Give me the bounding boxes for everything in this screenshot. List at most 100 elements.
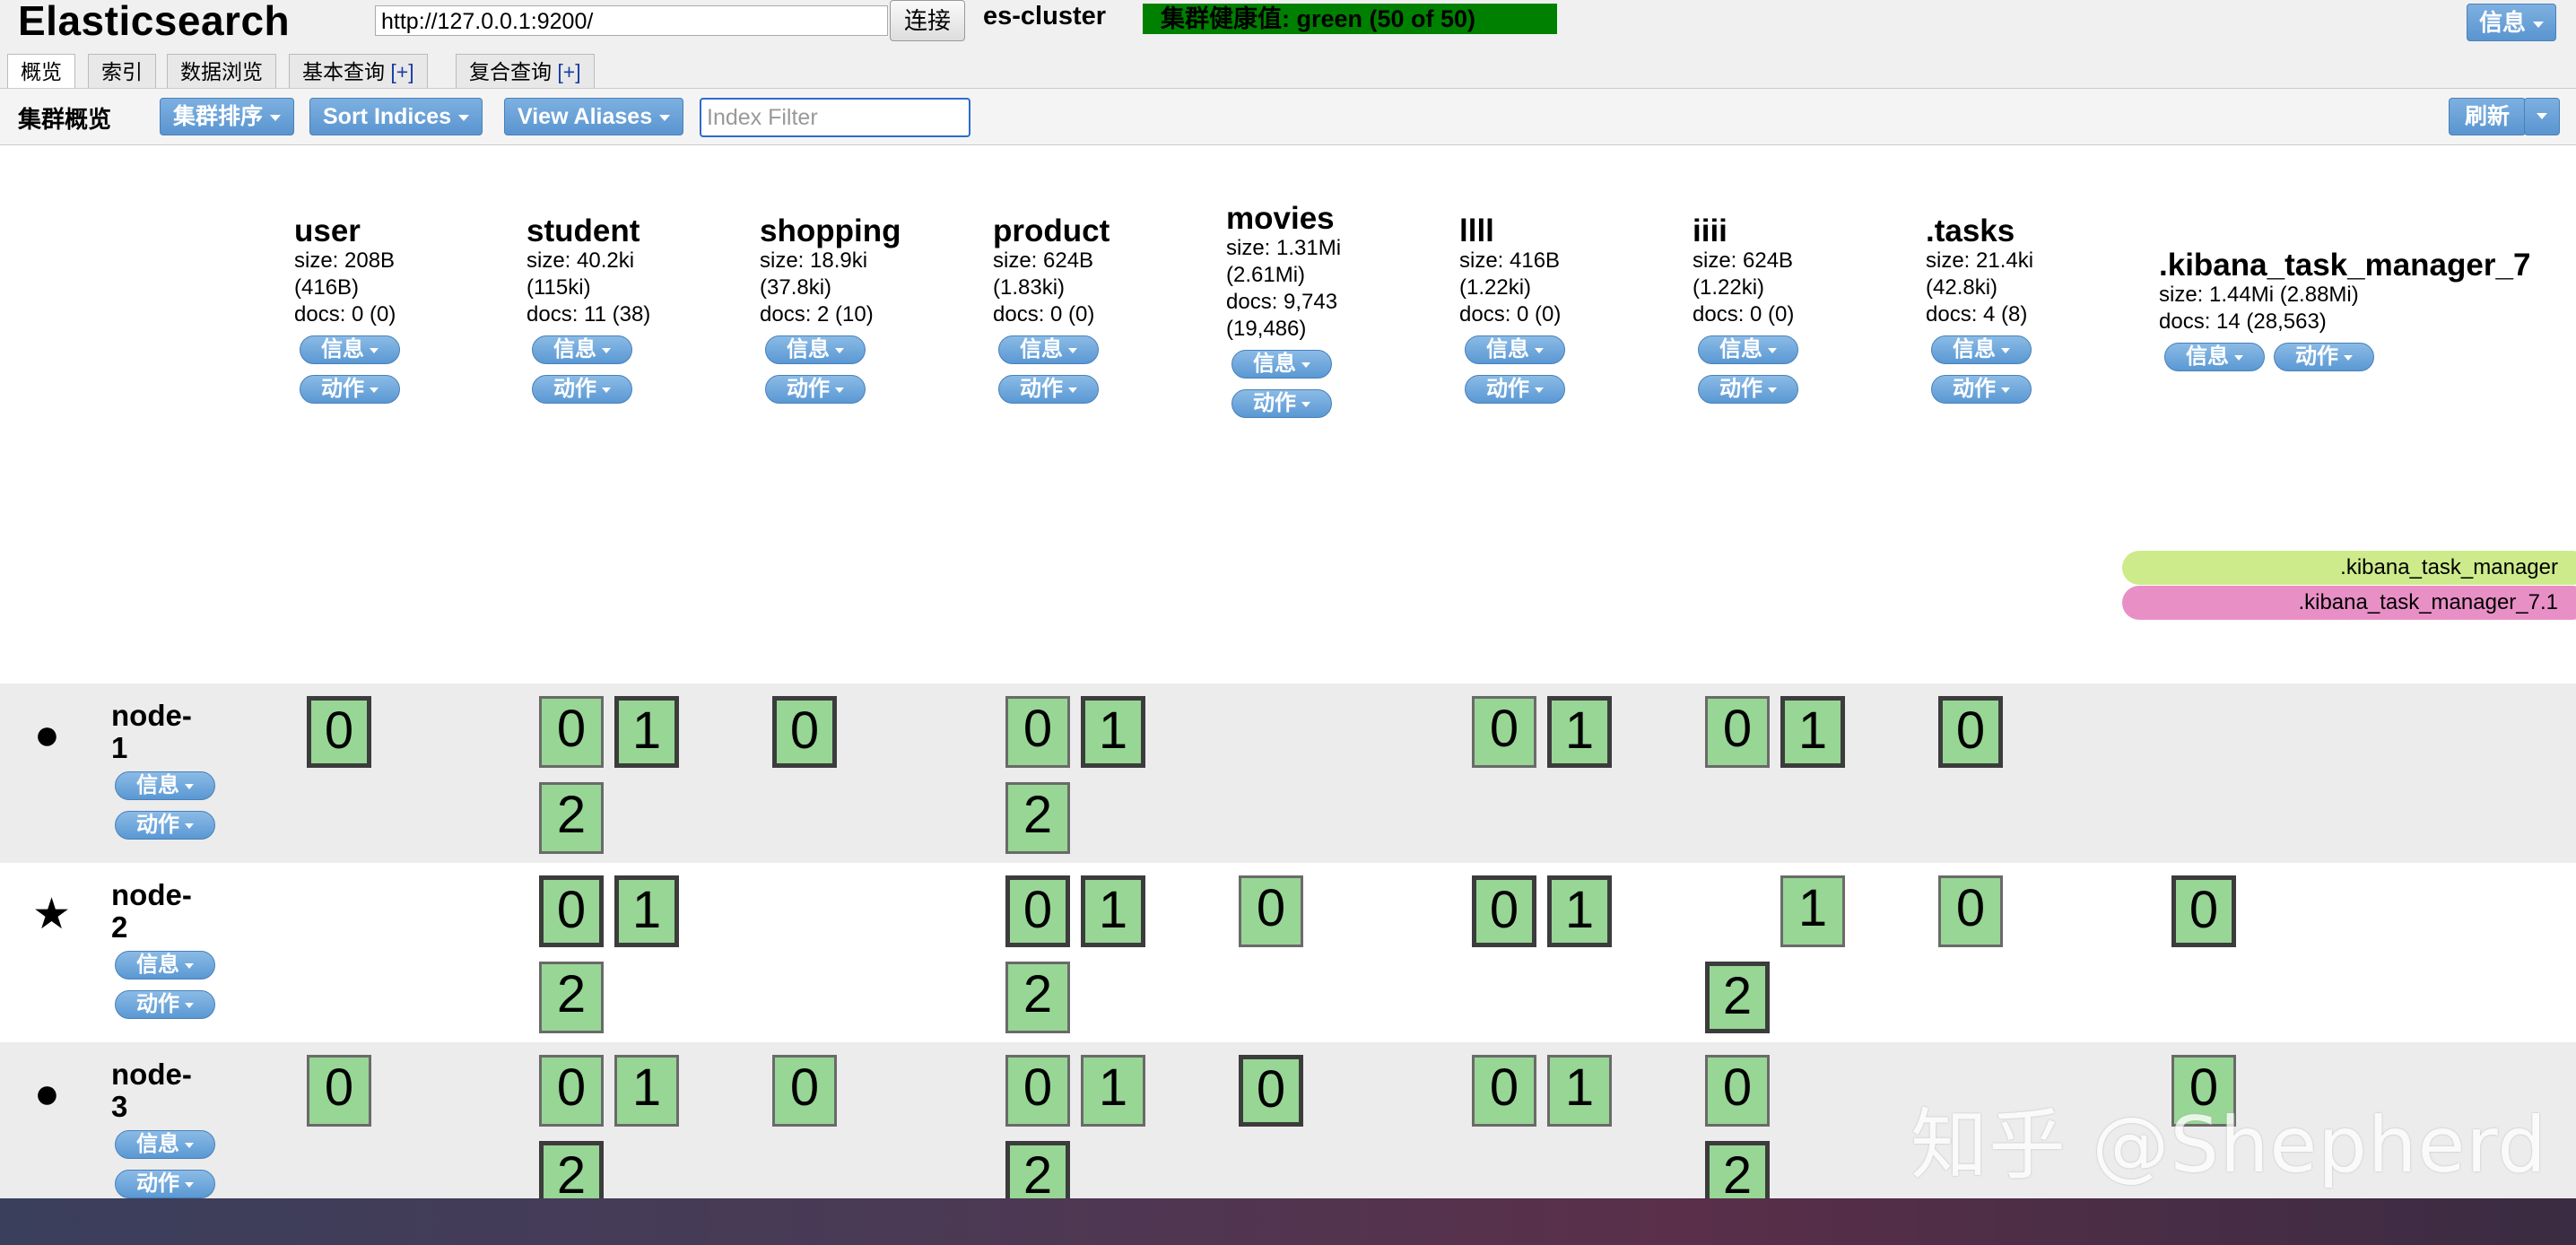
index-name[interactable]: iiii (1693, 215, 1798, 248)
index-name[interactable]: product (993, 215, 1110, 248)
shard-box[interactable]: 1 (1780, 875, 1845, 947)
node-info-button[interactable]: 信息 (115, 1130, 215, 1159)
index-info-button[interactable]: 信息 (300, 335, 400, 364)
cluster-sort-button[interactable]: 集群排序 (160, 98, 295, 135)
shard-box[interactable]: 0 (1938, 696, 2003, 768)
shard-box[interactable]: 1 (1547, 1055, 1612, 1127)
shard-box[interactable]: 2 (1705, 962, 1770, 1033)
index-name[interactable]: .kibana_task_manager_7 (2159, 249, 2530, 282)
refresh-options-button[interactable] (2524, 98, 2560, 135)
connect-button[interactable]: 连接 (890, 0, 965, 41)
shard-box[interactable]: 0 (1705, 1055, 1770, 1127)
shard-box[interactable]: 0 (1472, 696, 1536, 768)
shard-box[interactable]: 0 (1705, 696, 1770, 768)
shard-box[interactable]: 0 (772, 696, 837, 768)
shard-box[interactable]: 0 (1472, 1055, 1536, 1127)
node-info-button[interactable]: 信息 (115, 951, 215, 979)
index-info-button[interactable]: 信息 (532, 335, 632, 364)
index-action-button[interactable]: 动作 (2274, 343, 2374, 371)
shard-box[interactable]: 0 (772, 1055, 837, 1127)
index-action-button[interactable]: 动作 (1698, 375, 1798, 404)
index-action-button[interactable]: 动作 (765, 375, 866, 404)
chevron-down-icon (270, 114, 282, 121)
tab-label: 概览 (21, 60, 62, 83)
sort-indices-button[interactable]: Sort Indices (309, 98, 483, 135)
index-docs: docs: 4 (8) (1926, 302, 2028, 326)
index-name[interactable]: student (527, 215, 650, 248)
node-info-button[interactable]: 信息 (115, 771, 215, 800)
alias-label: .kibana_task_manager (2340, 555, 2558, 579)
shard-box[interactable]: 0 (1239, 875, 1303, 947)
shard-box[interactable]: 1 (1081, 875, 1145, 947)
url-input[interactable]: http://127.0.0.1:9200/ (375, 5, 888, 36)
shard-box[interactable]: 2 (539, 962, 604, 1033)
index-info-button[interactable]: 信息 (765, 335, 866, 364)
index-action-button[interactable]: 动作 (1465, 375, 1565, 404)
index-filter-input[interactable]: Index Filter (700, 98, 970, 137)
index-info-button[interactable]: 信息 (998, 335, 1099, 364)
shard-box[interactable]: 1 (1547, 875, 1612, 947)
node-action-button[interactable]: 动作 (115, 811, 215, 840)
shard-box[interactable]: 1 (614, 1055, 679, 1127)
shard-box[interactable]: 2 (1005, 962, 1070, 1033)
node-name[interactable]: node- 3 (111, 1058, 192, 1123)
index-info-label: 信息 (321, 337, 364, 361)
index-name[interactable]: shopping (760, 215, 901, 248)
tab-browser[interactable]: 数据浏览 (167, 54, 276, 88)
node-action-button[interactable]: 动作 (115, 990, 215, 1019)
shard-box[interactable]: 2 (539, 782, 604, 854)
index-info-button[interactable]: 信息 (2164, 343, 2265, 371)
shard-box[interactable]: 2 (1005, 782, 1070, 854)
shard-box[interactable]: 0 (307, 1055, 371, 1127)
index-name[interactable]: user (294, 215, 400, 248)
index-name[interactable]: .tasks (1926, 215, 2033, 248)
header-info-button[interactable]: 信息 (2467, 4, 2556, 41)
alias-bar[interactable]: .kibana_task_manager (2122, 551, 2576, 585)
index-info-button[interactable]: 信息 (1698, 335, 1798, 364)
shard-box[interactable]: 1 (1547, 696, 1612, 768)
tab-basic-query[interactable]: 基本查询 [+] (289, 54, 428, 88)
node-action-label: 动作 (136, 992, 179, 1016)
index-name[interactable]: movies (1226, 203, 1341, 235)
shard-box[interactable]: 1 (614, 875, 679, 947)
index-docs: docs: 0 (0) (1459, 302, 1562, 326)
shard-box[interactable]: 1 (1081, 696, 1145, 768)
index-action-button[interactable]: 动作 (998, 375, 1099, 404)
shard-box[interactable]: 0 (307, 696, 371, 768)
chevron-down-icon (1535, 347, 1544, 353)
index-action-button[interactable]: 动作 (300, 375, 400, 404)
index-action-button[interactable]: 动作 (1231, 389, 1332, 418)
shard-box[interactable]: 0 (1005, 696, 1070, 768)
shard-box[interactable]: 2 (539, 1141, 604, 1198)
index-action-button[interactable]: 动作 (532, 375, 632, 404)
index-info-button[interactable]: 信息 (1465, 335, 1565, 364)
shard-box[interactable]: 0 (1239, 1055, 1303, 1127)
star-icon: ★ (32, 891, 72, 938)
view-aliases-button[interactable]: View Aliases (504, 98, 684, 135)
alias-bar[interactable]: .kibana_task_manager_7.1 (2122, 586, 2576, 620)
shard-box[interactable]: 2 (1705, 1141, 1770, 1198)
tab-indices[interactable]: 索引 (88, 54, 156, 88)
refresh-button[interactable]: 刷新 (2449, 98, 2526, 135)
index-action-button[interactable]: 动作 (1931, 375, 2032, 404)
shard-box[interactable]: 0 (1005, 1055, 1070, 1127)
index-info-button[interactable]: 信息 (1231, 350, 1332, 379)
shard-box[interactable]: 0 (539, 696, 604, 768)
shard-box[interactable]: 0 (539, 1055, 604, 1127)
node-name[interactable]: node- 2 (111, 879, 192, 944)
shard-box[interactable]: 2 (1005, 1141, 1070, 1198)
shard-box[interactable]: 0 (539, 875, 604, 947)
index-info-button[interactable]: 信息 (1931, 335, 2032, 364)
shard-box[interactable]: 1 (614, 696, 679, 768)
shard-box[interactable]: 1 (1081, 1055, 1145, 1127)
shard-box[interactable]: 0 (1005, 875, 1070, 947)
node-action-button[interactable]: 动作 (115, 1170, 215, 1198)
shard-box[interactable]: 1 (1780, 696, 1845, 768)
shard-box[interactable]: 0 (2171, 875, 2236, 947)
node-name[interactable]: node- 1 (111, 700, 192, 764)
tab-overview[interactable]: 概览 (7, 54, 75, 90)
shard-box[interactable]: 0 (1938, 875, 2003, 947)
shard-box[interactable]: 0 (1472, 875, 1536, 947)
index-name[interactable]: llll (1459, 215, 1565, 248)
tab-compound-query[interactable]: 复合查询 [+] (456, 54, 595, 88)
